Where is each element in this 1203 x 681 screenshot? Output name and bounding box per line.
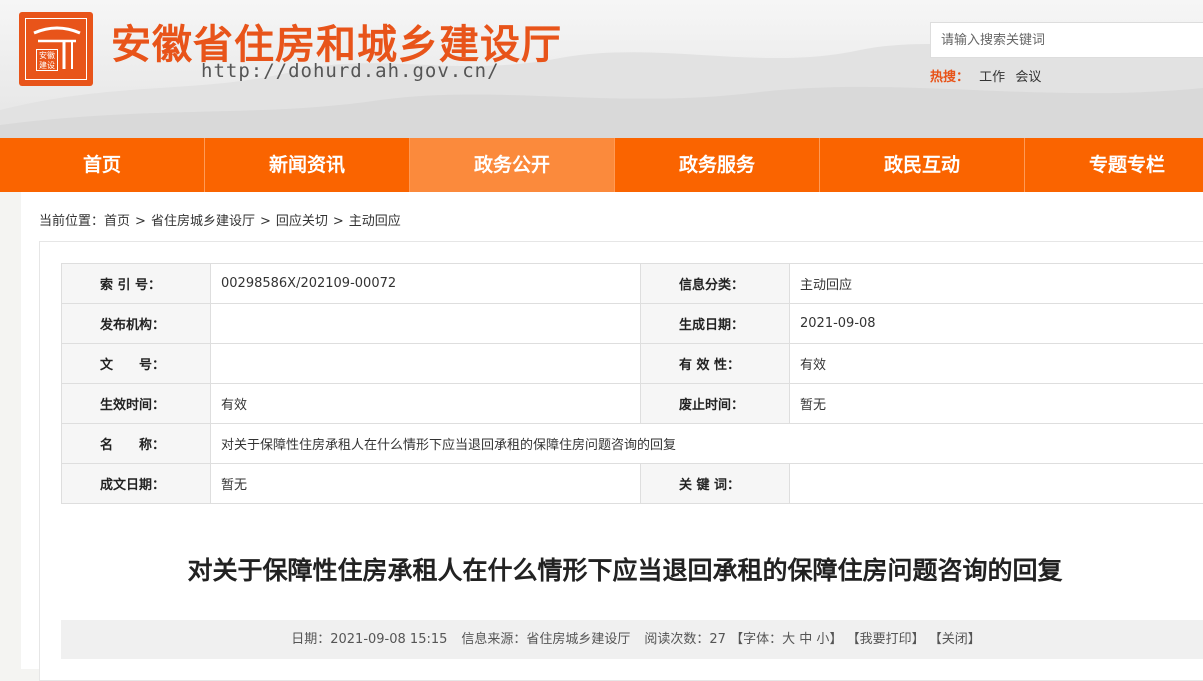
table-row: 发布机构： 生成日期： 2021-09-08: [62, 304, 1203, 344]
expiry-time-value: 暂无: [790, 384, 1203, 424]
nav-news[interactable]: 新闻资讯: [205, 138, 410, 192]
font-small-button[interactable]: 小: [816, 632, 829, 647]
created-date-label: 生成日期：: [641, 304, 790, 344]
validity-value: 有效: [790, 344, 1203, 384]
site-header: 安徽建设 安徽省住房和城乡建设厅 http://dohurd.ah.gov.cn…: [0, 0, 1203, 138]
breadcrumb-prefix: 当前位置：: [39, 214, 104, 229]
main-nav: 首页 新闻资讯 政务公开 政务服务 政民互动 专题专栏: [0, 138, 1203, 192]
table-row: 成文日期： 暂无 关 键 词：: [62, 464, 1203, 504]
publisher-value: [211, 304, 641, 344]
breadcrumb-home[interactable]: 首页: [104, 214, 130, 229]
breadcrumb-department[interactable]: 省住房城乡建设厅: [151, 214, 255, 229]
breadcrumb: 当前位置：首页 > 省住房城乡建设厅 > 回应关切 > 主动回应: [39, 210, 401, 229]
table-row: 文 号： 有 效 性： 有效: [62, 344, 1203, 384]
written-date-value: 暂无: [211, 464, 641, 504]
index-label: 索 引 号：: [62, 264, 211, 304]
table-row: 索 引 号： 00298586X/202109-00072 信息分类： 主动回应: [62, 264, 1203, 304]
hot-search-item[interactable]: 会议: [1015, 70, 1041, 85]
effective-time-value: 有效: [211, 384, 641, 424]
category-label: 信息分类：: [641, 264, 790, 304]
hot-search-item[interactable]: 工作: [979, 70, 1005, 85]
font-size-label: 【字体：: [730, 632, 782, 647]
breadcrumb-separator: >: [333, 214, 344, 229]
article-source: 信息来源：省住房城乡建设厅: [461, 632, 630, 647]
effective-time-label: 生效时间：: [62, 384, 211, 424]
search-input[interactable]: [930, 22, 1203, 58]
article-info-bar: 日期：2021-09-08 15:15信息来源：省住房城乡建设厅阅读次数：27 …: [61, 620, 1203, 659]
main-content: 当前位置：首页 > 省住房城乡建设厅 > 回应关切 > 主动回应 索 引 号： 002985…: [21, 192, 1203, 669]
nav-services[interactable]: 政务服务: [615, 138, 820, 192]
font-large-button[interactable]: 大: [782, 632, 795, 647]
close-button[interactable]: 【关闭】: [929, 632, 981, 647]
breadcrumb-separator: >: [135, 214, 146, 229]
site-logo[interactable]: 安徽建设: [19, 12, 93, 86]
expiry-time-label: 废止时间：: [641, 384, 790, 424]
nav-home[interactable]: 首页: [0, 138, 205, 192]
logo-seal: 安徽建设: [36, 49, 58, 71]
article-date: 日期：2021-09-08 15:15: [291, 632, 447, 647]
site-url[interactable]: http://dohurd.ah.gov.cn/: [201, 60, 500, 82]
document-number-value: [211, 344, 641, 384]
hot-search-label: 热搜：: [930, 70, 969, 85]
written-date-label: 成文日期：: [62, 464, 211, 504]
nav-topics[interactable]: 专题专栏: [1025, 138, 1203, 192]
table-row: 生效时间： 有效 废止时间： 暂无: [62, 384, 1203, 424]
print-button[interactable]: 【我要打印】: [847, 632, 925, 647]
logo-frame: 安徽建设: [25, 18, 87, 80]
article-title: 对关于保障性住房承租人在什么情形下应当退回承租的保障住房问题咨询的回复: [40, 551, 1203, 587]
breadcrumb-separator: >: [260, 214, 271, 229]
font-size-close: 】: [829, 632, 842, 647]
metadata-table: 索 引 号： 00298586X/202109-00072 信息分类： 主动回应…: [61, 263, 1203, 504]
keywords-value: [790, 464, 1203, 504]
index-value: 00298586X/202109-00072: [211, 264, 641, 304]
nav-interaction[interactable]: 政民互动: [820, 138, 1025, 192]
font-medium-button[interactable]: 中: [799, 632, 812, 647]
publisher-label: 发布机构：: [62, 304, 211, 344]
breadcrumb-concerns[interactable]: 回应关切: [276, 214, 328, 229]
nav-government-affairs[interactable]: 政务公开: [410, 138, 615, 192]
name-value: 对关于保障性住房承租人在什么情形下应当退回承租的保障住房问题咨询的回复: [211, 424, 1203, 464]
keywords-label: 关 键 词：: [641, 464, 790, 504]
validity-label: 有 效 性：: [641, 344, 790, 384]
created-date-value: 2021-09-08: [790, 304, 1203, 344]
hot-search: 热搜： 工作 会议: [930, 66, 1041, 85]
table-row: 名 称： 对关于保障性住房承租人在什么情形下应当退回承租的保障住房问题咨询的回复: [62, 424, 1203, 464]
article-views: 阅读次数：27: [644, 632, 726, 647]
article-panel: 索 引 号： 00298586X/202109-00072 信息分类： 主动回应…: [39, 241, 1203, 681]
document-number-label: 文 号：: [62, 344, 211, 384]
category-value: 主动回应: [790, 264, 1203, 304]
breadcrumb-current[interactable]: 主动回应: [349, 214, 401, 229]
name-label: 名 称：: [62, 424, 211, 464]
